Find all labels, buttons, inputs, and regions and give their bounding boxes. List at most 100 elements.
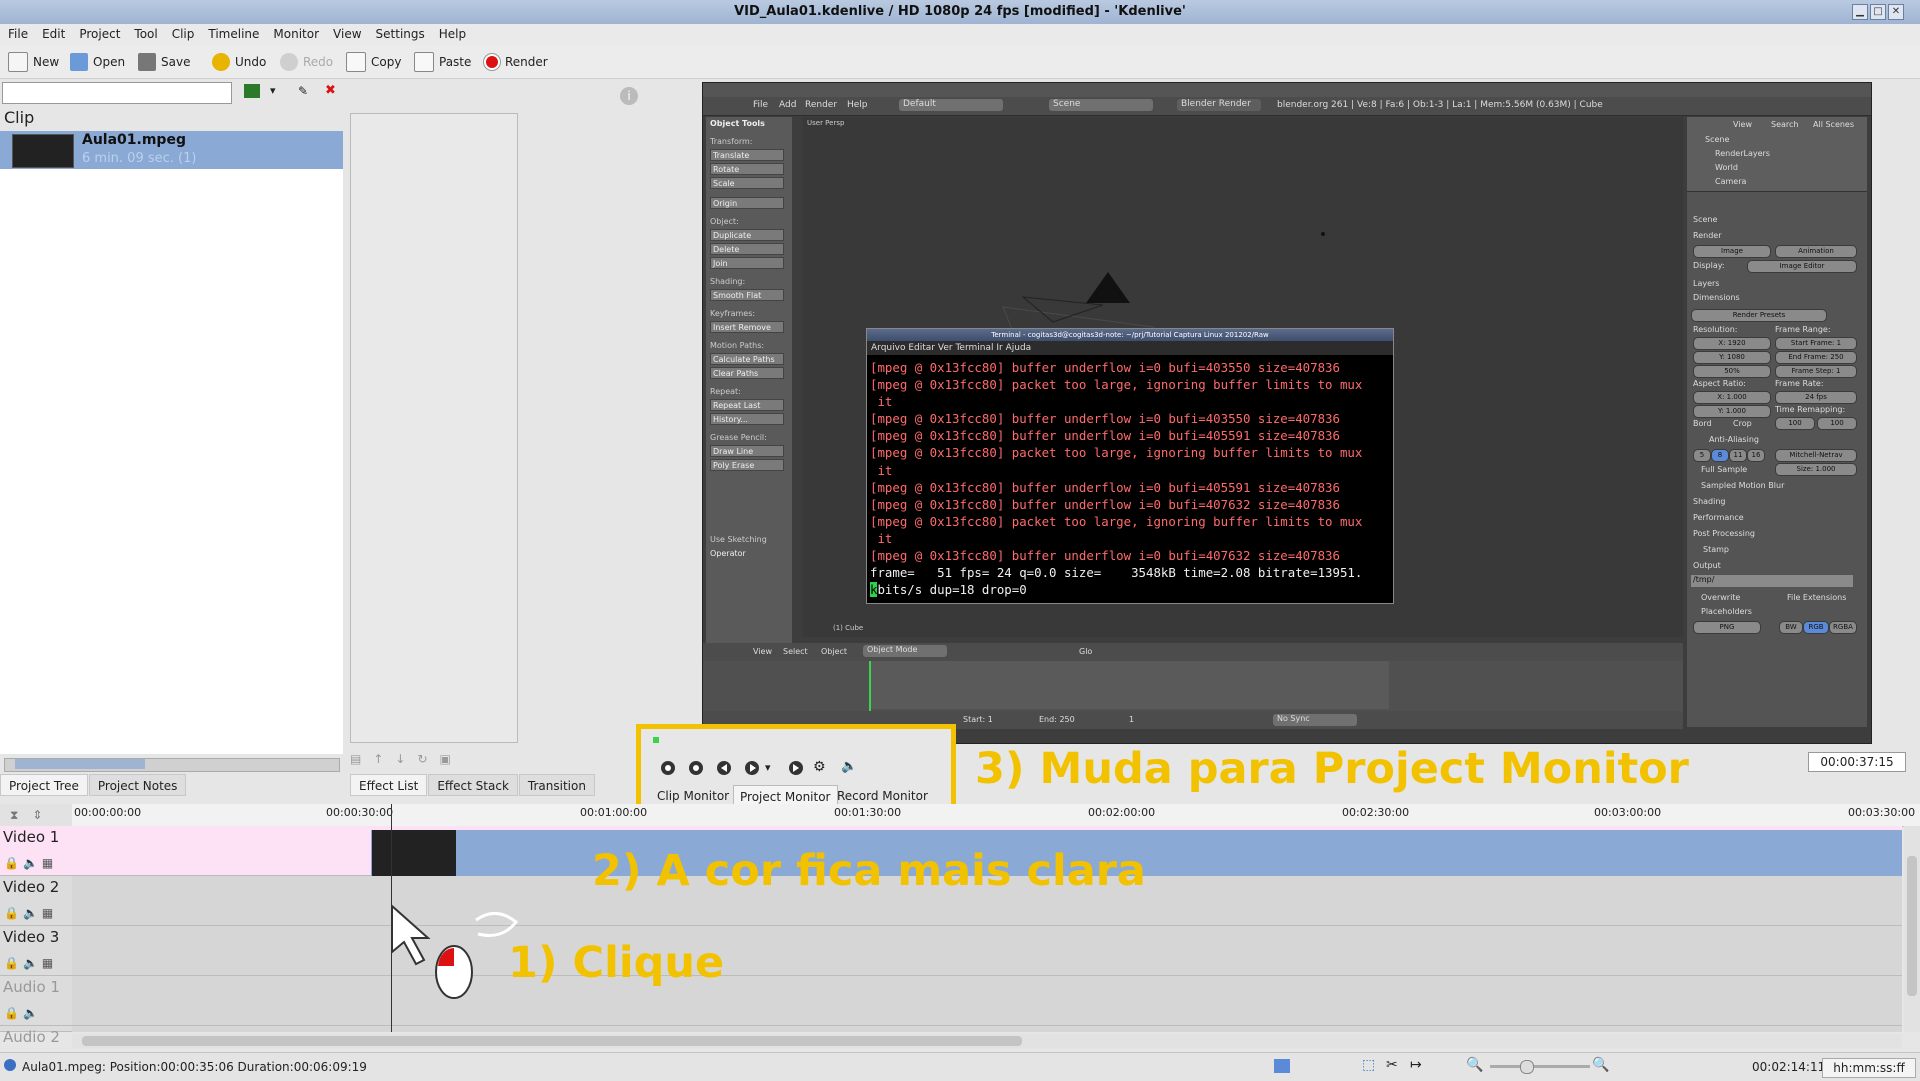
terminal-menu-editar[interactable]: Editar [908, 343, 935, 353]
razor-tool-icon[interactable]: ✂ [1386, 1057, 1398, 1073]
add-clip-icon[interactable] [244, 84, 260, 98]
render-icon [484, 54, 500, 70]
blender-tool-section: Keyframes: [710, 309, 756, 318]
zoom-in-icon[interactable]: 🔍 [1592, 1057, 1609, 1073]
undo-icon [212, 53, 230, 71]
prop-render: Render [1693, 231, 1722, 240]
terminal-cursor: k [870, 582, 878, 598]
track-controls-icon[interactable]: 🔒🔈 [4, 1006, 42, 1020]
undo-button[interactable]: Undo [212, 52, 266, 72]
menu-view[interactable]: View [326, 24, 368, 41]
new-button[interactable]: New [8, 52, 59, 72]
terminal-menubar: Arquivo Editar Ver Terminal Ir Ajuda [867, 341, 1393, 355]
ruler-label: 00:01:30:00 [834, 806, 902, 819]
minimize-icon[interactable]: ▁ [1852, 4, 1868, 20]
tab-effect-stack[interactable]: Effect Stack [428, 774, 518, 796]
timeline-vscroll[interactable] [1904, 826, 1920, 1032]
bin-scrollbar[interactable] [4, 758, 340, 772]
ruler-label: 00:02:00:00 [1088, 806, 1156, 819]
paste-button[interactable]: Paste [414, 52, 471, 72]
menu-help[interactable]: Help [432, 24, 473, 41]
tab-effect-list[interactable]: Effect List [350, 774, 428, 796]
terminal-menu-ajuda[interactable]: Ajuda [1006, 343, 1032, 353]
terminal-menu-terminal[interactable]: Terminal [955, 343, 993, 353]
timeline-clip-thumbnail [372, 830, 456, 876]
play-icon[interactable] [743, 759, 765, 779]
rewind-icon[interactable] [715, 759, 737, 779]
maximize-icon[interactable]: □ [1870, 4, 1886, 20]
monitor-timecode[interactable]: 00:00:37:15 [1808, 752, 1906, 772]
undo-label: Undo [235, 55, 267, 69]
chevron-down-icon[interactable]: ▾ [765, 759, 787, 781]
close-icon[interactable]: ✕ [1888, 4, 1904, 20]
blender-tools-title: Object Tools [710, 119, 765, 128]
info-icon[interactable]: i [620, 87, 638, 105]
open-button[interactable]: Open [70, 52, 125, 72]
menu-monitor[interactable]: Monitor [266, 24, 326, 41]
redo-button[interactable]: Redo [280, 52, 333, 72]
delete-clip-icon[interactable]: ✖ [325, 83, 336, 98]
terminal-line: [mpeg @ 0x13fcc80] buffer underflow i=0 … [870, 360, 1340, 375]
zone-start-icon[interactable] [659, 759, 681, 779]
blender-properties-panel: View Search All Scenes Scene RenderLayer… [1687, 117, 1867, 727]
track-video-3[interactable] [72, 926, 1902, 976]
track-controls-icon[interactable]: 🔒🔈▦ [4, 906, 57, 920]
menu-clip[interactable]: Clip [165, 24, 202, 41]
prop-filter: Mitchell-Netrav [1775, 449, 1857, 462]
bin-search-input[interactable] [2, 82, 232, 104]
track-controls-icon[interactable]: 🔒🔈▦ [4, 956, 57, 970]
copy-button[interactable]: Copy [346, 52, 401, 72]
blender-tool-section: Object: [710, 217, 739, 226]
zone-end-icon[interactable] [687, 759, 709, 779]
prop-aa-8: 8 [1711, 449, 1729, 462]
zoom-out-icon[interactable]: 🔍 [1466, 1057, 1483, 1073]
menu-settings[interactable]: Settings [369, 24, 432, 41]
volume-icon[interactable]: 🔈 [841, 759, 863, 779]
terminal-output: [mpeg @ 0x13fcc80] buffer underflow i=0 … [870, 359, 1390, 598]
track-header-audio-1[interactable]: Audio 1 🔒🔈 [0, 976, 72, 1026]
terminal-menu-ver[interactable]: Ver [938, 343, 953, 353]
track-headers: Video 1 🔒🔈▦ Video 2 🔒🔈▦ Video 3 🔒🔈▦ Audio 1… [0, 826, 72, 1046]
spacer-tool-icon[interactable]: ↦ [1410, 1057, 1422, 1073]
gear-icon[interactable]: ⚙ [813, 759, 835, 779]
tab-project-tree[interactable]: Project Tree [0, 774, 88, 796]
menu-tool[interactable]: Tool [127, 24, 164, 41]
blender-tool-button: Repeat Last [710, 399, 784, 411]
menu-project[interactable]: Project [72, 24, 127, 41]
track-name: Video 1 [3, 828, 60, 846]
chevron-down-icon[interactable]: ▾ [270, 84, 276, 97]
track-header-video-1[interactable]: Video 1 🔒🔈▦ [0, 826, 72, 876]
prop-size: Size: 1.000 [1775, 463, 1857, 476]
blender-view-header: View Select Object Object Mode Glo [703, 643, 1683, 661]
render-button[interactable]: Render [484, 52, 548, 72]
menu-timeline[interactable]: Timeline [201, 24, 266, 41]
terminal-line: it [870, 530, 893, 546]
zoom-slider[interactable] [1490, 1060, 1590, 1074]
blender-outliner: View Search All Scenes Scene RenderLayer… [1687, 117, 1867, 192]
track-audio-1[interactable] [72, 976, 1902, 1026]
menu-edit[interactable]: Edit [35, 24, 72, 41]
edit-clip-icon[interactable]: ✎ [298, 84, 308, 98]
forward-icon[interactable] [787, 759, 809, 779]
video-thumbnails-icon[interactable] [1274, 1059, 1290, 1073]
timeline-ruler[interactable]: 00:00:00:00 00:00:30:00 00:01:00:00 00:0… [72, 804, 1920, 827]
blender-tool-button: History... [710, 413, 784, 425]
tab-transition[interactable]: Transition [518, 774, 595, 796]
terminal-menu-arquivo[interactable]: Arquivo [871, 343, 905, 353]
save-button[interactable]: Save [138, 52, 190, 72]
track-header-video-3[interactable]: Video 3 🔒🔈▦ [0, 926, 72, 976]
tab-project-notes[interactable]: Project Notes [88, 774, 187, 796]
prop-animation-button: Animation [1775, 245, 1857, 258]
terminal-menu-ir[interactable]: Ir [996, 343, 1002, 353]
track-controls-icon[interactable]: 🔒🔈▦ [4, 856, 57, 870]
timeline-hscroll[interactable] [72, 1034, 1902, 1048]
timeline-hscroll-thumb[interactable] [82, 1036, 1022, 1046]
prop-post-processing: Post Processing [1693, 529, 1755, 538]
status-message: Aula01.mpeg: Position:00:00:35:06 Durati… [22, 1060, 367, 1074]
track-header-audio-2[interactable]: Audio 2 [0, 1026, 72, 1046]
selection-tool-icon[interactable]: ⬚ [1362, 1057, 1375, 1073]
track-header-video-2[interactable]: Video 2 🔒🔈▦ [0, 876, 72, 926]
blender-tool-button: Poly Erase [710, 459, 784, 471]
timecode-format-select[interactable]: hh:mm:ss:ff [1822, 1058, 1916, 1078]
menu-file[interactable]: File [0, 24, 35, 41]
